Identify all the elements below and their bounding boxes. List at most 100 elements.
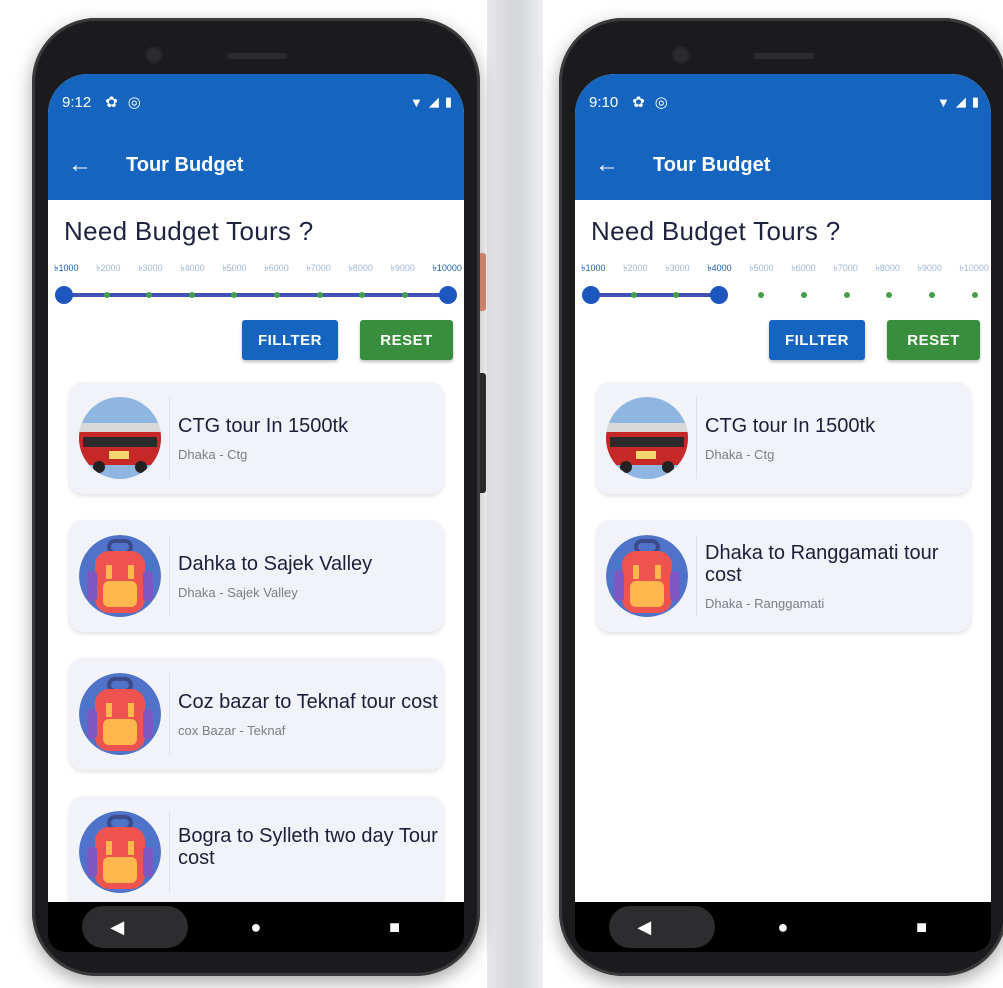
camera-icon (147, 48, 161, 62)
tour-card[interactable]: CTG tour In 1500tk Dhaka - Ctg (596, 382, 971, 494)
tour-route: Dhaka - Sajek Valley (178, 584, 298, 600)
price-ticks: ৳1000 ৳2000 ৳3000 ৳4000 ৳5000 ৳6000 ৳700… (581, 261, 989, 276)
tick-label: ৳2000 (96, 263, 121, 273)
tick-label: ৳4000 (707, 263, 732, 273)
system-nav-bar: ◀ ● ■ (48, 902, 464, 952)
tour-title: CTG tour In 1500tk (178, 414, 349, 437)
slider-step-dot (758, 292, 765, 298)
nav-recents-icon[interactable]: ■ (365, 917, 425, 938)
tick-label: ৳6000 (264, 263, 289, 273)
slider-thumb-start[interactable] (582, 286, 600, 304)
status-bar: 9:10 ✿ ◎ ▼ ◢ ▮ (575, 74, 991, 130)
bus-image (79, 397, 161, 479)
nav-home-icon[interactable]: ● (226, 917, 286, 938)
slider-thumb-end[interactable] (439, 286, 457, 304)
back-arrow-icon[interactable]: ← (595, 151, 623, 179)
status-time: 9:10 (589, 93, 619, 111)
slider-step-dot (231, 292, 238, 298)
slider-step-dot (886, 292, 893, 298)
sync-icon: ◎ (654, 94, 668, 111)
tour-title: Coz bazar to Teknaf tour cost (178, 690, 438, 713)
tick-label: ৳8000 (875, 263, 900, 273)
tour-card[interactable]: Dhaka to Ranggamati tour cost Dhaka - Ra… (596, 520, 971, 632)
tour-route: Dhaka - Ctg (705, 446, 775, 462)
signal-icon: ◢ (428, 94, 439, 109)
system-nav-bar: ◀ ● ■ (575, 902, 991, 952)
tour-card[interactable]: Bogra to Sylleth two day Tour cost (69, 796, 444, 908)
tour-card[interactable]: CTG tour In 1500tk Dhaka - Ctg (69, 382, 444, 494)
tour-list: CTG tour In 1500tk Dhaka - Ctg (575, 360, 991, 632)
settings-icon: ✿ (632, 94, 645, 111)
reset-button[interactable]: RESET (360, 320, 453, 360)
slider-thumb-end[interactable] (709, 286, 728, 304)
slider-step-dot (972, 292, 978, 298)
tick-label: ৳10000 (432, 263, 462, 273)
tick-label: ৳8000 (348, 263, 373, 273)
back-arrow-icon[interactable]: ← (68, 151, 96, 179)
app-bar: ← Tour Budget (48, 130, 464, 200)
backpack-icon (79, 535, 161, 617)
speaker-grille (754, 53, 814, 59)
screen-left: 9:12 ✿ ◎ ▼ ◢ ▮ ← Tour Budget Need Budget… (48, 74, 464, 924)
filter-button[interactable]: FILLTER (769, 320, 865, 360)
tour-route: Dhaka - Ctg (178, 446, 248, 462)
power-button (480, 253, 486, 311)
slider-step-dot (188, 292, 195, 298)
tick-label: ৳2000 (623, 263, 648, 273)
tick-label: ৳7000 (833, 263, 858, 273)
slider-step-dot (843, 292, 850, 298)
tour-title: Bogra to Sylleth two day Tour cost (178, 825, 438, 869)
app-bar: ← Tour Budget (575, 130, 991, 200)
nav-back-icon[interactable]: ◀ (614, 917, 674, 938)
tour-card[interactable]: Dahka to Sajek Valley Dhaka - Sajek Vall… (69, 520, 444, 632)
slider-step-dot (359, 292, 366, 298)
reset-button[interactable]: RESET (887, 320, 980, 360)
settings-icon: ✿ (105, 94, 118, 111)
slider-step-dot (630, 292, 637, 298)
battery-icon: ▮ (971, 94, 979, 109)
tour-list: CTG tour In 1500tk Dhaka - Ctg (48, 360, 464, 908)
app-title: Tour Budget (653, 153, 771, 176)
price-range-slider[interactable] (55, 282, 457, 308)
tick-label: ৳3000 (138, 263, 163, 273)
price-ticks: ৳1000 ৳2000 ৳3000 ৳4000 ৳5000 ৳6000 ৳700… (54, 261, 462, 276)
wifi-icon: ▼ (409, 94, 423, 110)
tick-label: ৳9000 (917, 263, 942, 273)
price-range-slider[interactable] (582, 282, 978, 308)
slider-step-dot (103, 292, 110, 298)
tick-label: ৳9000 (390, 263, 415, 273)
tick-label: ৳7000 (306, 263, 331, 273)
wifi-icon: ▼ (936, 94, 950, 110)
screen-right: 9:10 ✿ ◎ ▼ ◢ ▮ ← Tour Budget Need Budget… (575, 74, 991, 924)
backpack-icon (79, 811, 161, 893)
tour-card[interactable]: Coz bazar to Teknaf tour cost cox Bazar … (69, 658, 444, 770)
tick-label: ৳3000 (665, 263, 690, 273)
volume-button (480, 373, 486, 493)
slider-step-dot (801, 292, 808, 298)
nav-back-icon[interactable]: ◀ (87, 917, 147, 938)
tick-label: ৳10000 (959, 263, 989, 273)
slider-step-dot (673, 292, 680, 298)
sync-icon: ◎ (127, 94, 141, 111)
backpack-icon (79, 673, 161, 755)
tick-label: ৳6000 (791, 263, 816, 273)
slider-step-dot (274, 292, 281, 298)
tick-label: ৳4000 (180, 263, 205, 273)
backpack-icon (606, 535, 688, 617)
nav-home-icon[interactable]: ● (753, 917, 813, 938)
bus-image (606, 397, 688, 479)
status-bar: 9:12 ✿ ◎ ▼ ◢ ▮ (48, 74, 464, 130)
background-divider (487, 0, 543, 988)
slider-active-track (64, 293, 448, 297)
tick-label: ৳5000 (749, 263, 774, 273)
filter-button[interactable]: FILLTER (242, 320, 338, 360)
phone-right: 9:10 ✿ ◎ ▼ ◢ ▮ ← Tour Budget Need Budget… (559, 18, 1003, 976)
tour-title: Dhaka to Ranggamati tour cost (705, 541, 939, 586)
nav-recents-icon[interactable]: ■ (892, 917, 952, 938)
slider-thumb-start[interactable] (55, 286, 73, 304)
tour-title: Dahka to Sajek Valley (178, 552, 373, 575)
tick-label: ৳5000 (222, 263, 247, 273)
camera-icon (674, 48, 688, 62)
tour-route: Dhaka - Ranggamati (705, 595, 825, 611)
slider-step-dot (401, 292, 408, 298)
